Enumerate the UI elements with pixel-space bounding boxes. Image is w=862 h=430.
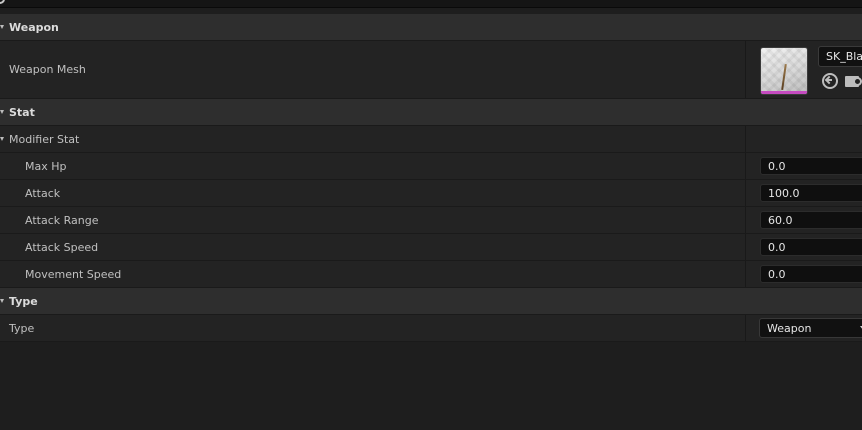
attack-speed-input[interactable]: 0.0 xyxy=(760,238,862,256)
value-column: 100.0 xyxy=(745,180,862,206)
browse-to-asset-icon[interactable] xyxy=(845,74,862,88)
property-label: Weapon Mesh xyxy=(9,63,86,76)
value-column: Weapon xyxy=(745,315,862,341)
property-row-attack: Attack 100.0 xyxy=(0,180,862,207)
property-row-weapon-mesh: Weapon Mesh SK_Blade xyxy=(0,41,862,99)
property-label: Modifier Stat xyxy=(9,132,80,146)
value-column: 60.0 xyxy=(745,207,862,233)
movement-speed-input[interactable]: 0.0 xyxy=(760,265,862,283)
expand-arrow-icon[interactable] xyxy=(0,110,4,114)
property-row-attack-range: Attack Range 60.0 xyxy=(0,207,862,234)
property-row-movement-speed: Movement Speed 0.0 xyxy=(0,261,862,288)
property-label: Type xyxy=(9,321,35,335)
attack-input[interactable]: 100.0 xyxy=(760,184,862,202)
max-hp-input[interactable]: 0.0 xyxy=(760,157,862,175)
search-icon[interactable] xyxy=(0,0,5,4)
property-row-max-hp: Max Hp 0.0 xyxy=(0,153,862,180)
value-column: 0.0 xyxy=(745,261,862,287)
category-stat[interactable]: Stat xyxy=(0,99,862,126)
type-dropdown[interactable]: Weapon xyxy=(759,318,862,338)
expand-arrow-icon[interactable] xyxy=(0,299,4,303)
details-panel: Weapon Weapon Mesh SK_Blade Stat xyxy=(0,14,862,342)
mesh-thumbnail[interactable] xyxy=(760,47,808,95)
category-label: Type xyxy=(9,294,38,308)
asset-name: SK_Blade xyxy=(826,50,862,63)
value-column: 0.0 xyxy=(745,153,862,179)
property-row-attack-speed: Attack Speed 0.0 xyxy=(0,234,862,261)
property-label: Max Hp xyxy=(25,159,67,173)
category-label: Stat xyxy=(9,105,35,119)
property-label: Movement Speed xyxy=(25,267,122,281)
search-bar[interactable] xyxy=(0,0,862,8)
expand-arrow-icon[interactable] xyxy=(0,25,4,29)
dropdown-value: Weapon xyxy=(767,321,812,335)
value-column: 0.0 xyxy=(745,234,862,260)
category-label: Weapon xyxy=(9,20,59,34)
value-column xyxy=(745,126,862,152)
use-selected-icon[interactable] xyxy=(822,73,838,89)
property-label: Attack Speed xyxy=(25,240,99,254)
category-weapon[interactable]: Weapon xyxy=(0,14,862,41)
attack-range-input[interactable]: 60.0 xyxy=(760,211,862,229)
category-type[interactable]: Type xyxy=(0,288,862,315)
expand-arrow-icon[interactable] xyxy=(0,137,4,141)
value-column: SK_Blade xyxy=(745,41,862,98)
property-label: Attack xyxy=(25,186,61,200)
property-row-type: Type Weapon xyxy=(0,315,862,342)
struct-row-modifier-stat[interactable]: Modifier Stat xyxy=(0,126,862,153)
property-label: Attack Range xyxy=(25,213,99,227)
empty-area xyxy=(0,342,862,430)
asset-picker-combo[interactable]: SK_Blade xyxy=(818,46,862,67)
